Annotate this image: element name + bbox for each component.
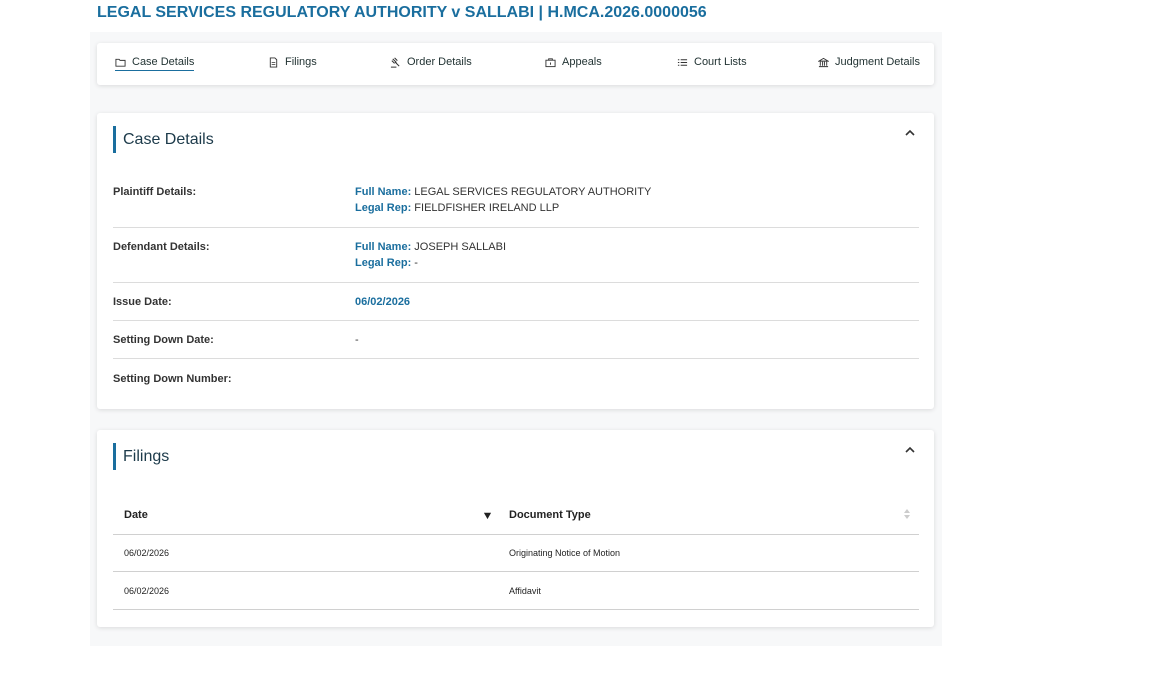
gavel-icon bbox=[390, 57, 400, 68]
issue-date-value: 06/02/2026 bbox=[355, 296, 411, 308]
setting-down-date-value: - bbox=[355, 334, 359, 346]
page-title: LEGAL SERVICES REGULATORY AUTHORITY v SA… bbox=[97, 4, 707, 21]
plaintiff-full-name: Full Name: LEGAL SERVICES REGULATORY AUT… bbox=[355, 186, 652, 198]
tab-label: Appeals bbox=[562, 56, 602, 68]
setting-down-number-row: Setting Down Number: bbox=[113, 359, 919, 396]
tab-label: Judgment Details bbox=[835, 56, 920, 68]
briefcase-icon bbox=[545, 57, 556, 67]
chevron-up-icon[interactable] bbox=[904, 444, 916, 456]
filings-card: Filings Date Document Type 06/02/2026 Or… bbox=[97, 430, 934, 627]
filings-table-header: Date Document Type bbox=[113, 494, 919, 535]
tab-filings[interactable]: Filings bbox=[268, 56, 317, 68]
plaintiff-label: Plaintiff Details: bbox=[113, 186, 197, 198]
filing-date: 06/02/2026 bbox=[124, 586, 170, 596]
sort-descending-icon[interactable] bbox=[483, 511, 492, 520]
case-details-card: Case Details Plaintiff Details: Full Nam… bbox=[97, 113, 934, 409]
defendant-legal-rep: Legal Rep: - bbox=[355, 257, 418, 269]
setting-down-number-label: Setting Down Number: bbox=[113, 373, 232, 385]
plaintiff-legal-rep: Legal Rep: FIELDFISHER IRELAND LLP bbox=[355, 202, 560, 214]
tab-judgment-details[interactable]: Judgment Details bbox=[818, 56, 920, 68]
setting-down-date-row: Setting Down Date: - bbox=[113, 321, 919, 359]
tab-label: Court Lists bbox=[694, 56, 747, 68]
filing-document-type: Affidavit bbox=[509, 586, 541, 596]
defendant-full-name: Full Name: JOSEPH SALLABI bbox=[355, 241, 507, 253]
column-header-date[interactable]: Date bbox=[124, 509, 148, 521]
plaintiff-row: Plaintiff Details: Full Name: LEGAL SERV… bbox=[113, 173, 919, 228]
chevron-up-icon[interactable] bbox=[904, 127, 916, 139]
courthouse-icon bbox=[818, 57, 829, 67]
document-icon bbox=[269, 56, 278, 68]
column-header-document-type[interactable]: Document Type bbox=[509, 509, 591, 521]
filing-date: 06/02/2026 bbox=[124, 548, 170, 558]
tab-court-lists[interactable]: Court Lists bbox=[677, 56, 747, 68]
list-icon bbox=[677, 58, 688, 66]
table-row: 06/02/2026 Originating Notice of Motion bbox=[113, 534, 919, 572]
case-tabs-bar: Case Details Filings Order Details Appea… bbox=[97, 43, 934, 85]
tab-case-details[interactable]: Case Details bbox=[115, 56, 195, 71]
defendant-row: Defendant Details: Full Name: JOSEPH SAL… bbox=[113, 228, 919, 283]
tab-label: Order Details bbox=[407, 56, 472, 68]
setting-down-date-label: Setting Down Date: bbox=[113, 334, 214, 346]
tab-appeals[interactable]: Appeals bbox=[545, 56, 602, 68]
tab-label: Case Details bbox=[132, 56, 195, 68]
filing-document-type: Originating Notice of Motion bbox=[509, 548, 621, 558]
sort-icon[interactable] bbox=[903, 508, 911, 520]
tab-label: Filings bbox=[285, 56, 317, 68]
case-details-heading: Case Details bbox=[113, 126, 214, 153]
folder-icon bbox=[115, 58, 126, 67]
issue-date-row: Issue Date: 06/02/2026 bbox=[113, 283, 919, 321]
issue-date-label: Issue Date: bbox=[113, 296, 172, 308]
tab-order-details[interactable]: Order Details bbox=[390, 56, 472, 68]
defendant-label: Defendant Details: bbox=[113, 241, 210, 253]
table-row: 06/02/2026 Affidavit bbox=[113, 572, 919, 610]
filings-heading: Filings bbox=[113, 443, 169, 470]
